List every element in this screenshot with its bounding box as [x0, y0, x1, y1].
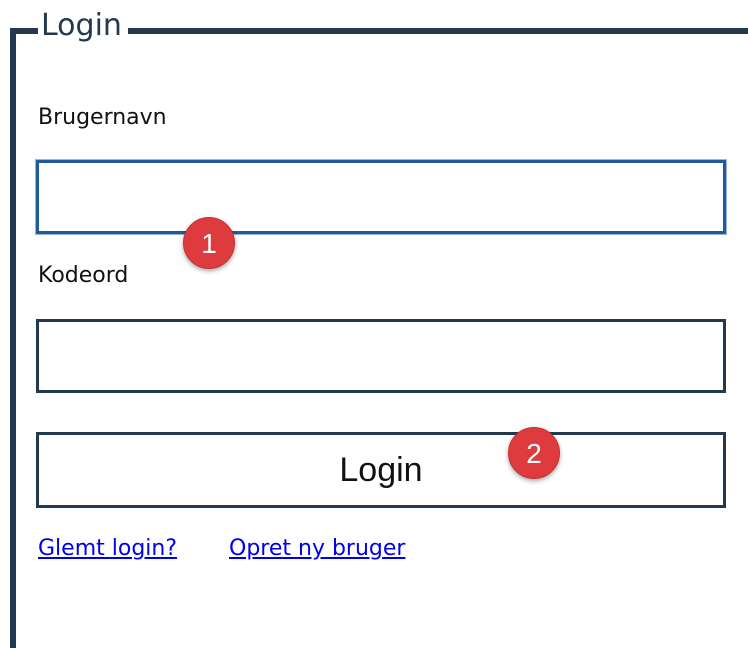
create-user-link[interactable]: Opret ny bruger: [229, 535, 405, 563]
step-marker-2: 2: [508, 427, 560, 479]
password-label: Kodeord: [38, 263, 129, 288]
username-input[interactable]: [36, 160, 726, 234]
login-button[interactable]: Login: [36, 432, 726, 508]
step-marker-1: 1: [183, 217, 235, 269]
fieldset-legend: Login: [38, 5, 128, 47]
username-label: Brugernavn: [38, 105, 167, 130]
password-input[interactable]: [36, 319, 726, 393]
forgot-login-link[interactable]: Glemt login?: [38, 535, 177, 563]
